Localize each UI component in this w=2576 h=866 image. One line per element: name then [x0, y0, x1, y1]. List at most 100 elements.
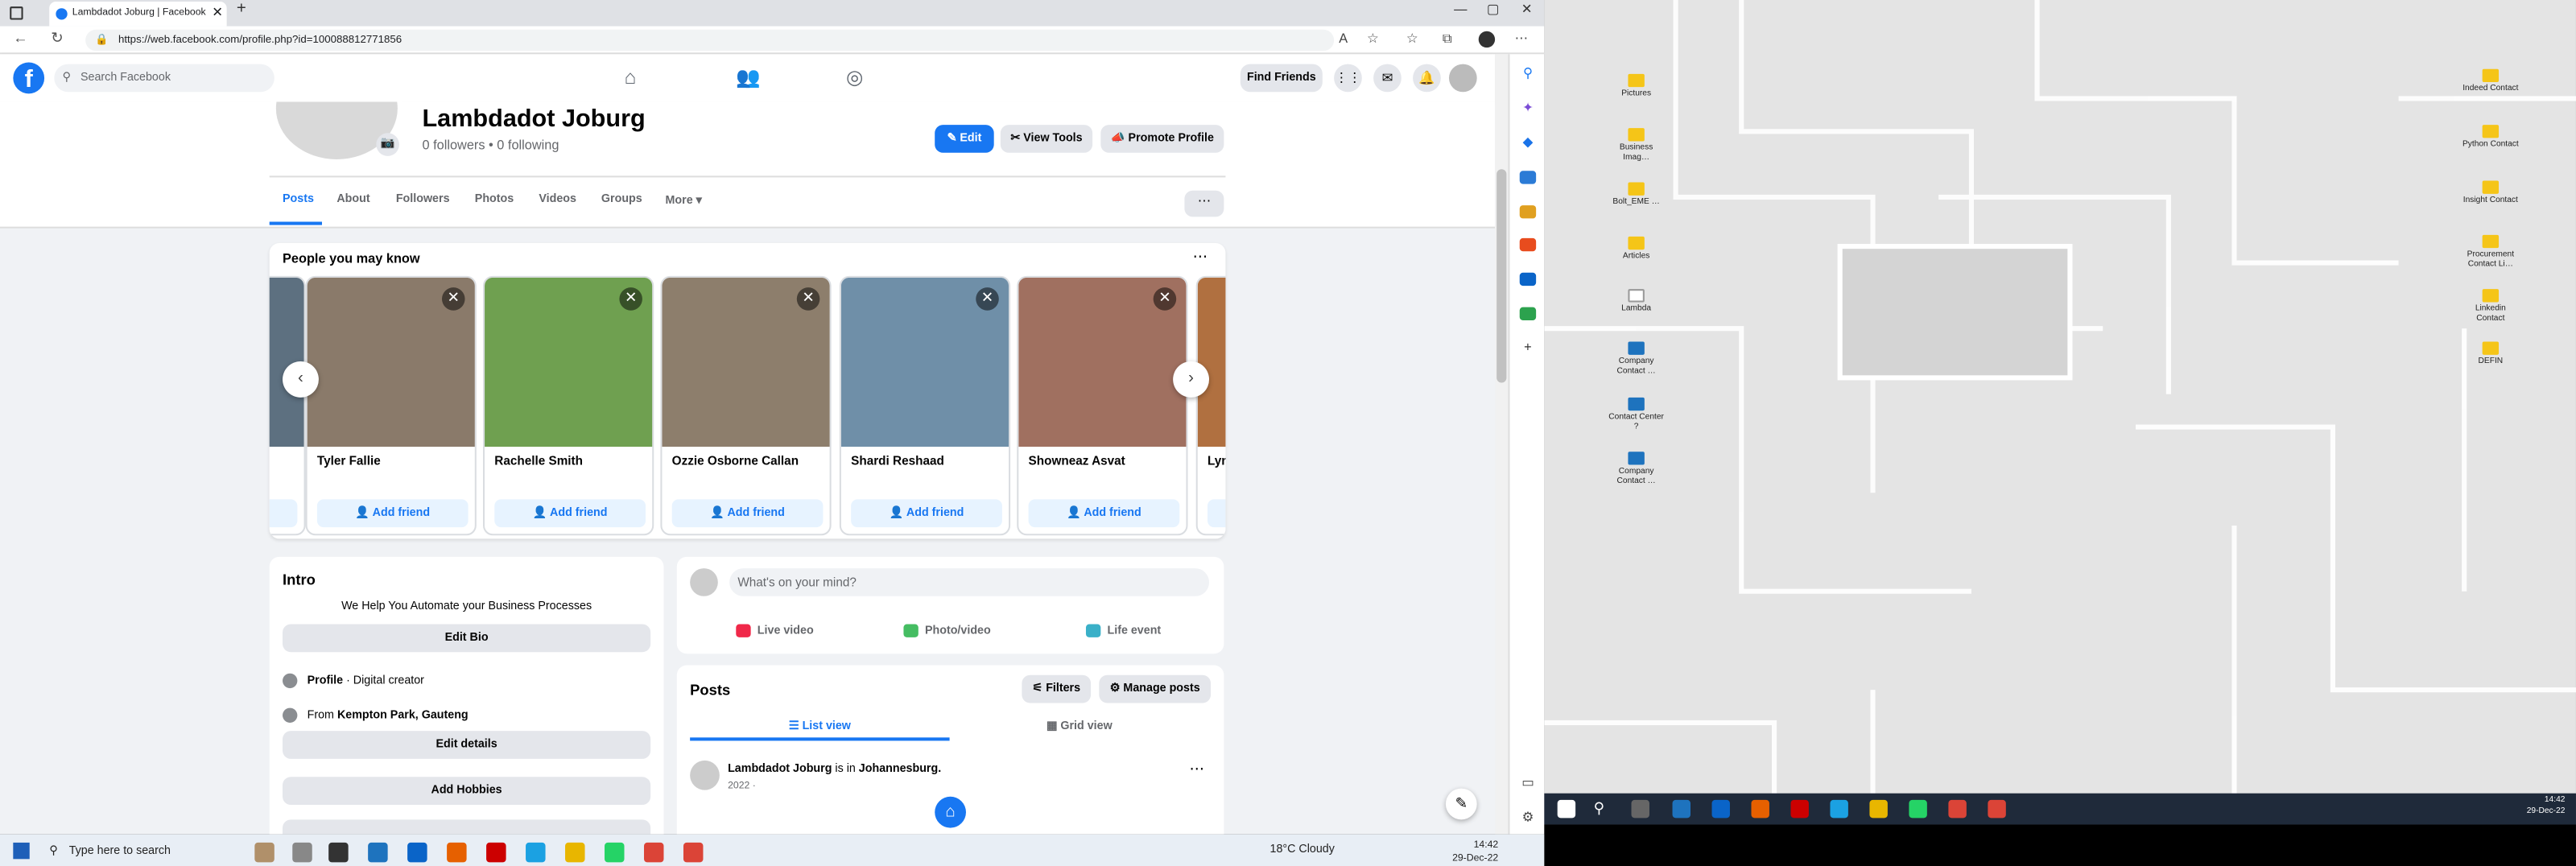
life-event-button[interactable]: Life event — [1085, 624, 1161, 637]
add-friend-button[interactable]: 👤 Add friend — [316, 499, 469, 528]
filters-button[interactable]: ⚟ Filters — [1022, 674, 1092, 703]
sidebar-toggle-icon[interactable]: ▭ — [1520, 776, 1536, 790]
opera-icon[interactable] — [486, 842, 506, 863]
copilot-icon[interactable]: ✦ — [1520, 101, 1536, 115]
from-place[interactable]: Kempton Park, Gauteng — [337, 710, 469, 721]
manage-posts-button[interactable]: ⚙ Manage posts — [1099, 674, 1212, 703]
close-tab-icon[interactable]: ✕ — [212, 5, 223, 19]
store-icon[interactable] — [1711, 799, 1730, 819]
desktop-icon[interactable]: Indeed Contact — [2461, 68, 2520, 93]
task-view-icon[interactable] — [328, 842, 349, 863]
tab-more[interactable]: More ▾ — [666, 194, 702, 207]
desktop-icon[interactable]: Lambda — [1607, 289, 1666, 314]
close-icon[interactable]: ✕ — [619, 287, 642, 311]
firefox-icon[interactable] — [447, 842, 467, 863]
add-icon[interactable]: + — [1520, 340, 1536, 354]
edge-icon[interactable] — [526, 842, 546, 863]
post-date[interactable]: 2022 · — [728, 781, 756, 791]
person-name[interactable]: Lyn — [1208, 453, 1225, 468]
tab-about[interactable]: About — [336, 194, 369, 205]
account-avatar[interactable] — [1448, 64, 1477, 93]
weather-widget[interactable]: 18°C Cloudy — [1270, 844, 1335, 856]
browser-tab[interactable]: Lambdadot Joburg | Facebook ✕ — [49, 2, 227, 27]
person-name[interactable]: Shardi Reshaad — [851, 453, 944, 468]
read-aloud-icon[interactable]: A — [1339, 31, 1348, 46]
person-photo[interactable] — [1197, 277, 1226, 447]
new-tab-button[interactable]: + — [237, 0, 246, 18]
post-place[interactable]: Johannesburg. — [859, 764, 941, 775]
menu-icon[interactable]: ⋯ — [1515, 31, 1528, 46]
back-button[interactable]: ← — [13, 30, 27, 46]
favorite-icon[interactable]: ☆ — [1367, 31, 1379, 46]
taskbar-clock[interactable]: 14:42 29-Dec-22 — [1452, 839, 1498, 866]
shopping-icon[interactable]: ◆ — [1520, 135, 1536, 149]
taskbar-search[interactable]: ⚲ Type here to search — [46, 839, 251, 866]
file-explorer-icon[interactable] — [565, 842, 585, 863]
task-thumbnail-icon[interactable] — [254, 842, 275, 863]
person-name[interactable]: Tyler Fallie — [317, 453, 381, 468]
tools-icon[interactable] — [1519, 171, 1537, 184]
carousel-next-button[interactable]: › — [1173, 361, 1210, 398]
close-icon[interactable]: ✕ — [796, 287, 820, 311]
friends-icon[interactable]: 👥 — [736, 66, 761, 89]
chrome-icon[interactable] — [683, 842, 704, 863]
games-icon[interactable] — [1519, 205, 1537, 219]
minimize-button[interactable]: — — [1454, 2, 1467, 16]
page-scrollbar[interactable] — [1495, 54, 1509, 835]
person-name[interactable]: Ozzie Osborne Callan — [672, 453, 799, 468]
tab-photos[interactable]: Photos — [475, 194, 514, 205]
notifications-icon[interactable]: 🔔 — [1413, 64, 1441, 93]
post-author-avatar[interactable] — [690, 760, 720, 790]
grid-view-tab[interactable]: ▦ Grid view — [950, 715, 1209, 741]
file-explorer-icon[interactable] — [1869, 799, 1888, 819]
add-featured-button[interactable] — [283, 819, 651, 835]
close-icon[interactable]: ✕ — [976, 287, 999, 311]
list-view-tab[interactable]: ☰ List view — [690, 715, 950, 741]
tab-videos[interactable]: Videos — [539, 194, 576, 205]
search-icon[interactable]: ⚲ — [1520, 67, 1536, 80]
find-friends-button[interactable]: Find Friends — [1240, 64, 1323, 93]
edit-details-button[interactable]: Edit details — [283, 731, 651, 759]
person-name[interactable]: Showneaz Asvat — [1029, 453, 1125, 468]
desktop-icon[interactable]: Company Contact … — [1607, 452, 1666, 486]
tab-followers[interactable]: Followers — [396, 194, 450, 205]
store-icon[interactable] — [407, 842, 427, 863]
refresh-button[interactable]: ↻ — [51, 30, 63, 47]
desktop-icon[interactable]: Insight Contact — [2461, 180, 2520, 205]
whatsapp-icon[interactable] — [1909, 799, 1927, 819]
add-friend-button[interactable]: 👤 Add friend — [494, 499, 646, 528]
chrome-icon[interactable] — [1948, 799, 1967, 819]
carousel-prev-button[interactable]: ‹ — [283, 361, 319, 398]
edge-icon[interactable] — [1830, 799, 1848, 819]
chrome-icon[interactable] — [1988, 799, 2006, 819]
desktop-icon[interactable]: Contact Center ? — [1607, 397, 1666, 432]
follower-count[interactable]: 0 followers • 0 following — [422, 138, 559, 152]
close-icon[interactable]: ✕ — [441, 287, 465, 311]
groups-icon[interactable]: ◎ — [846, 66, 863, 89]
collections-icon[interactable]: ⧉ — [1443, 31, 1452, 47]
tab-posts[interactable]: Posts — [283, 194, 314, 205]
menu-grid-icon[interactable]: ⋮⋮ — [1334, 64, 1362, 93]
facebook-search-input[interactable]: ⚲ Search Facebook — [54, 64, 275, 93]
close-window-button[interactable]: ✕ — [1521, 2, 1533, 16]
firefox-icon[interactable] — [1751, 799, 1769, 819]
add-friend-button[interactable]: 👤 Add friend — [671, 499, 824, 528]
desktop-icon[interactable]: Pictures — [1607, 73, 1666, 99]
close-icon[interactable]: ✕ — [1153, 287, 1177, 311]
add-friend-button[interactable] — [1207, 499, 1226, 528]
edit-bio-button[interactable]: Edit Bio — [283, 624, 651, 653]
opera-icon[interactable] — [1790, 799, 1809, 819]
facebook-logo-icon[interactable]: f — [13, 62, 45, 94]
home-icon[interactable]: ⌂ — [625, 66, 637, 89]
mail-icon[interactable] — [368, 842, 388, 863]
desktop-icon[interactable]: Company Contact … — [1607, 341, 1666, 376]
post-author[interactable]: Lambdadot Joburg — [728, 764, 832, 775]
edit-profile-button[interactable]: ✎ Edit — [935, 125, 994, 153]
whatsapp-icon[interactable] — [605, 842, 625, 863]
messenger-icon[interactable]: ✉ — [1373, 64, 1402, 93]
post-more-icon[interactable]: ⋯ — [1190, 761, 1204, 778]
desktop-icon[interactable]: DEFIN — [2461, 341, 2520, 366]
tab-groups[interactable]: Groups — [601, 194, 642, 205]
live-video-button[interactable]: Live video — [736, 624, 814, 637]
settings-icon[interactable]: ⚙ — [1520, 810, 1536, 824]
